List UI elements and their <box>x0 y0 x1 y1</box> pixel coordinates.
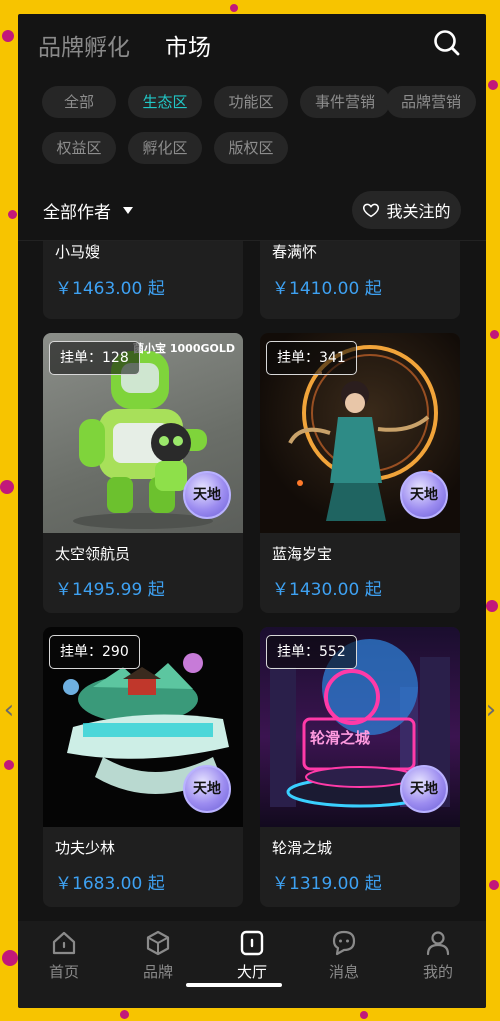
person-icon <box>426 931 450 956</box>
message-icon <box>332 930 356 956</box>
brand-seal: 天地 <box>400 471 448 519</box>
tab-brand-incubation[interactable]: 品牌孵化 <box>38 28 130 62</box>
product-name: 蓝海岁宝 <box>272 545 333 563</box>
author-filter-label: 全部作者 <box>43 203 111 223</box>
chip-event-marketing[interactable]: 事件营销 <box>300 86 390 118</box>
author-filter-dropdown[interactable]: 全部作者 <box>43 198 133 223</box>
chip-copyright[interactable]: 版权区 <box>214 132 288 164</box>
product-price: ￥1463.00 起 <box>55 279 165 299</box>
product-card[interactable]: 挂单：290 天地 功夫少林 ￥1683.00 起 <box>43 627 243 907</box>
chip-function[interactable]: 功能区 <box>214 86 288 118</box>
product-name: 小马嫂 <box>55 243 101 261</box>
product-price: ￥1683.00 起 <box>55 874 165 894</box>
product-name: 太空领航员 <box>55 545 131 563</box>
hall-icon <box>240 930 264 956</box>
product-price: ￥1410.00 起 <box>272 279 382 299</box>
product-card[interactable]: 轮滑之城 挂单：552 天地 轮滑之城 ￥1319.00 起 <box>260 627 460 907</box>
search-button[interactable] <box>432 28 462 58</box>
tab-messages[interactable]: 消息 <box>304 929 384 982</box>
listing-count-badge: 挂单：290 <box>49 635 140 669</box>
product-card[interactable]: 菌小宝 1000GOLD 挂单：128 天地 太空领航员 ￥1495.99 起 <box>43 333 243 613</box>
brand-seal: 天地 <box>400 765 448 813</box>
listing-count-badge: 挂单：128 <box>49 341 140 375</box>
product-name: 轮滑之城 <box>272 839 333 857</box>
brand-seal: 天地 <box>183 765 231 813</box>
home-indicator[interactable] <box>186 983 282 987</box>
chip-ecosystem[interactable]: 生态区 <box>128 86 202 118</box>
product-card[interactable]: 小马嫂 ￥1463.00 起 <box>43 241 243 319</box>
artwork-title-text: 轮滑之城 <box>310 729 371 747</box>
heart-icon <box>363 203 380 218</box>
tab-brand[interactable]: 品牌 <box>118 929 198 982</box>
top-nav: 品牌孵化 市场 <box>18 14 486 74</box>
home-icon <box>52 931 76 955</box>
listing-count-badge: 挂单：552 <box>266 635 357 669</box>
product-image-space-navigator: 菌小宝 1000GOLD 挂单：128 天地 <box>43 333 243 533</box>
artwork-logo-text: 菌小宝 1000GOLD <box>133 342 235 355</box>
brand-seal: 天地 <box>183 471 231 519</box>
product-name: 功夫少林 <box>55 839 116 857</box>
cube-icon <box>146 930 170 956</box>
tab-home[interactable]: 首页 <box>24 929 104 982</box>
chevron-left-icon: ‹ <box>3 695 15 725</box>
chip-brand-marketing[interactable]: 品牌营销 <box>386 86 476 118</box>
search-icon <box>434 30 460 56</box>
tab-brand-label: 品牌 <box>142 963 173 981</box>
product-name: 春满怀 <box>272 243 318 261</box>
chip-incubation[interactable]: 孵化区 <box>128 132 202 164</box>
tab-hall[interactable]: 大厅 <box>212 929 292 982</box>
product-price: ￥1430.00 起 <box>272 580 382 600</box>
product-image-skating-city: 轮滑之城 挂单：552 天地 <box>260 627 460 827</box>
caret-down-icon <box>123 207 133 214</box>
product-image-kungfu-shaolin: 挂单：290 天地 <box>43 627 243 827</box>
following-filter-button[interactable]: 我关注的 <box>352 191 461 229</box>
product-grid: 小马嫂 ￥1463.00 起 春满怀 ￥1410.00 起 菌小宝 1000GO… <box>18 241 486 921</box>
tab-market[interactable]: 市场 <box>165 28 211 62</box>
chip-rights[interactable]: 权益区 <box>42 132 116 164</box>
tab-home-label: 首页 <box>48 963 79 981</box>
tab-mine-label: 我的 <box>422 963 453 981</box>
product-image-blue-sea-treasure: 挂单：341 天地 <box>260 333 460 533</box>
product-card[interactable]: 挂单：341 天地 蓝海岁宝 ￥1430.00 起 <box>260 333 460 613</box>
bottom-tab-bar: 首页 品牌 大厅 消息 我的 <box>18 921 486 1008</box>
tab-mine[interactable]: 我的 <box>398 929 478 982</box>
chip-all[interactable]: 全部 <box>42 86 116 118</box>
product-price: ￥1495.99 起 <box>55 580 165 600</box>
following-filter-label: 我关注的 <box>386 202 451 221</box>
product-card[interactable]: 春满怀 ￥1410.00 起 <box>260 241 460 319</box>
listing-count-badge: 挂单：341 <box>266 341 357 375</box>
app-screen: 品牌孵化 市场 全部 生态区 功能区 事件营销 品牌营销 权益区 孵化区 版权区… <box>18 14 486 1008</box>
tab-hall-label: 大厅 <box>236 963 267 981</box>
tab-messages-label: 消息 <box>328 963 359 981</box>
product-price: ￥1319.00 起 <box>272 874 382 894</box>
